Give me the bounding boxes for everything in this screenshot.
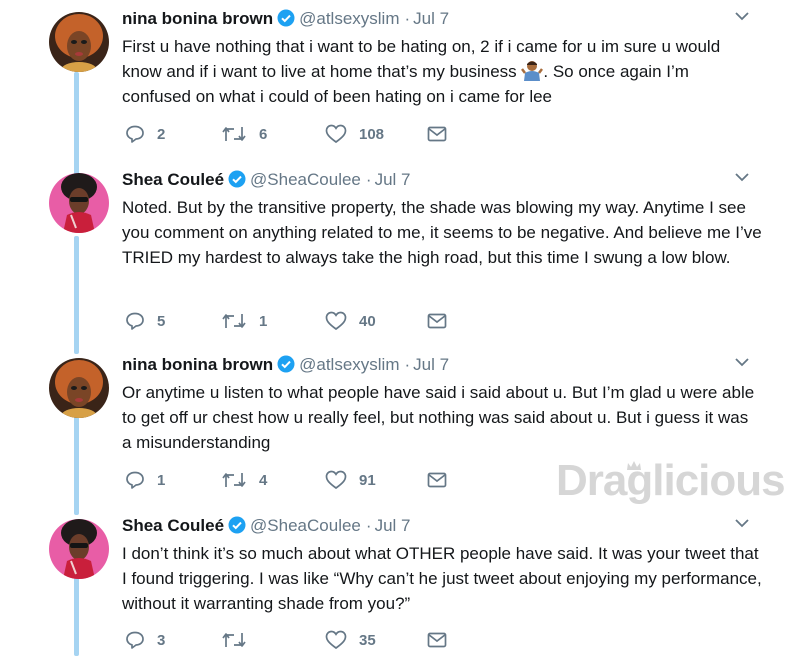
envelope-icon xyxy=(427,472,447,488)
verified-badge-icon xyxy=(277,9,295,27)
retweet-icon xyxy=(222,473,246,487)
verified-badge-icon xyxy=(228,516,246,534)
retweet-icon xyxy=(222,127,246,141)
like-button[interactable]: 40 xyxy=(325,310,376,332)
tweet-header: nina bonina brown @atlsexyslim · Jul 7 xyxy=(122,8,449,30)
envelope-icon xyxy=(427,632,447,648)
tweet-text: Or anytime u listen to what people have … xyxy=(122,383,755,452)
reply-button[interactable]: 3 xyxy=(125,629,165,651)
envelope-icon xyxy=(427,126,447,142)
chevron-down-icon[interactable] xyxy=(735,12,749,21)
chevron-down-icon[interactable] xyxy=(735,358,749,367)
display-name[interactable]: Shea Couleé xyxy=(122,170,224,189)
retweet-button[interactable] xyxy=(221,629,259,651)
envelope-icon xyxy=(427,313,447,329)
separator-dot: · xyxy=(365,516,372,535)
reply-count: 3 xyxy=(157,631,166,649)
heart-icon xyxy=(325,470,347,490)
separator-dot: · xyxy=(365,170,372,189)
retweet-count: 1 xyxy=(259,312,268,330)
retweet-count: 4 xyxy=(259,471,268,489)
separator-dot: · xyxy=(404,355,411,374)
like-button[interactable]: 91 xyxy=(325,469,376,491)
retweet-icon xyxy=(222,314,246,328)
user-handle[interactable]: @SheaCoulee xyxy=(250,170,361,189)
reply-count: 2 xyxy=(157,125,166,143)
display-name[interactable]: Shea Couleé xyxy=(122,516,224,535)
tweet[interactable]: Shea Couleé @SheaCoulee · Jul 7 I don’t thi… xyxy=(0,515,797,656)
tweet-date[interactable]: Jul 7 xyxy=(375,516,411,535)
reply-count: 1 xyxy=(157,471,166,489)
reply-button[interactable]: 1 xyxy=(125,469,165,491)
tweet-header: Shea Couleé @SheaCoulee · Jul 7 xyxy=(122,515,410,537)
user-handle[interactable]: @atlsexyslim xyxy=(299,9,399,28)
tweet[interactable]: nina bonina brown @atlsexyslim · Jul 7 Firs… xyxy=(0,8,797,158)
retweet-count: 6 xyxy=(259,125,268,143)
tweet[interactable]: Shea Couleé @SheaCoulee · Jul 7 Noted. But … xyxy=(0,169,797,339)
reply-count: 5 xyxy=(157,312,166,330)
like-button[interactable]: 108 xyxy=(325,123,384,145)
retweet-button[interactable]: 1 xyxy=(221,310,267,332)
retweet-button[interactable]: 4 xyxy=(221,469,267,491)
direct-message-button[interactable] xyxy=(427,469,459,491)
chevron-down-icon[interactable] xyxy=(735,519,749,528)
heart-icon xyxy=(325,630,347,650)
verified-badge-icon xyxy=(277,355,295,373)
person-shrugging-emoji xyxy=(521,61,544,81)
user-handle[interactable]: @SheaCoulee xyxy=(250,516,361,535)
separator-dot: · xyxy=(404,9,411,28)
reply-icon xyxy=(126,631,144,649)
like-count: 91 xyxy=(359,471,376,489)
like-count: 40 xyxy=(359,312,376,330)
like-count: 35 xyxy=(359,631,376,649)
display-name[interactable]: nina bonina brown xyxy=(122,355,273,374)
avatar-nina[interactable] xyxy=(49,358,109,418)
chevron-down-icon[interactable] xyxy=(735,173,749,182)
tweet-date[interactable]: Jul 7 xyxy=(413,355,449,374)
tweet-header: nina bonina brown @atlsexyslim · Jul 7 xyxy=(122,354,449,376)
reply-button[interactable]: 2 xyxy=(125,123,165,145)
tweet[interactable]: nina bonina brown @atlsexyslim · Jul 7 Or a… xyxy=(0,354,797,504)
avatar-shea[interactable] xyxy=(49,173,109,233)
reply-button[interactable]: 5 xyxy=(125,310,165,332)
reply-icon xyxy=(126,125,144,143)
heart-icon xyxy=(325,124,347,144)
like-count: 108 xyxy=(359,125,385,143)
verified-badge-icon xyxy=(228,170,246,188)
tweet-text: I don’t think it’s so much about what OT… xyxy=(122,544,762,613)
reply-icon xyxy=(126,312,144,330)
tweet-date[interactable]: Jul 7 xyxy=(413,9,449,28)
heart-icon xyxy=(325,311,347,331)
direct-message-button[interactable] xyxy=(427,629,459,651)
avatar-nina[interactable] xyxy=(49,12,109,72)
display-name[interactable]: nina bonina brown xyxy=(122,9,273,28)
user-handle[interactable]: @atlsexyslim xyxy=(299,355,399,374)
tweet-text: Noted. But by the transitive property, t… xyxy=(122,198,762,267)
like-button[interactable]: 35 xyxy=(325,629,376,651)
reply-icon xyxy=(126,471,144,489)
tweet-header: Shea Couleé @SheaCoulee · Jul 7 xyxy=(122,169,410,191)
tweet-text: First u have nothing that i want to be h… xyxy=(122,34,762,109)
retweet-icon xyxy=(222,633,246,647)
avatar-shea[interactable] xyxy=(49,519,109,579)
direct-message-button[interactable] xyxy=(427,310,459,332)
retweet-button[interactable]: 6 xyxy=(221,123,267,145)
tweet-date[interactable]: Jul 7 xyxy=(375,170,411,189)
direct-message-button[interactable] xyxy=(427,123,459,145)
